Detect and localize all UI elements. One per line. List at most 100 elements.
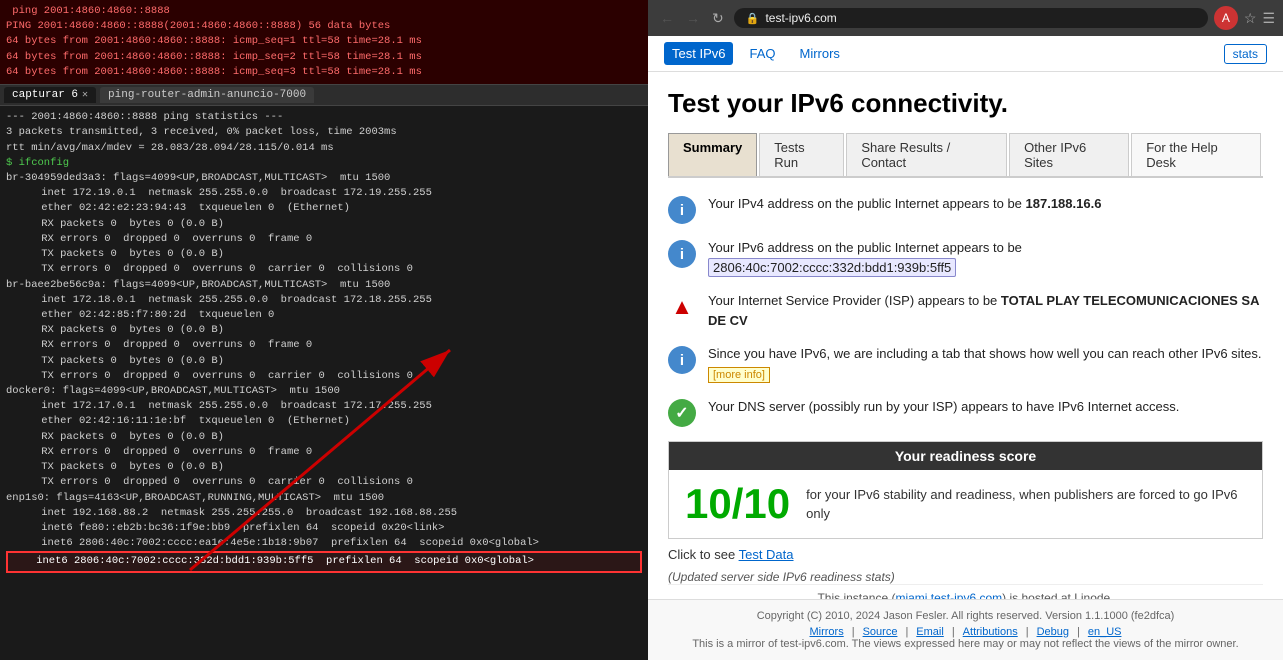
site-nav: Test IPv6 FAQ Mirrors stats <box>648 36 1283 72</box>
info-icon-ipv4: i <box>668 196 696 224</box>
terminal-body: --- 2001:4860:4860::8888 ping statistics… <box>0 106 648 660</box>
ping-reply-3: 64 bytes from 2001:4860:4860::8888: icmp… <box>6 65 642 80</box>
info-isp: ▲ Your Internet Service Provider (ISP) a… <box>668 291 1263 330</box>
nav-mirrors[interactable]: Mirrors <box>791 42 847 65</box>
copyright-email[interactable]: Email <box>916 626 944 638</box>
copyright-lang[interactable]: en_US <box>1088 626 1122 638</box>
hosted-info: This instance (miami.test-ipv6.com) is h… <box>668 584 1263 599</box>
copyright-section: Copyright (C) 2010, 2024 Jason Fesler. A… <box>648 599 1283 660</box>
readiness-score: 10/10 <box>685 480 790 528</box>
info-ipv6: i Your IPv6 address on the public Intern… <box>668 238 1263 277</box>
iface-3-tx: TX packets 0 bytes 0 (0.0 B) <box>6 460 642 475</box>
lock-icon: 🔒 <box>746 12 760 25</box>
check-icon-dns: ✓ <box>668 399 696 427</box>
iface-1-header: br-304959ded3a3: flags=4099<UP,BROADCAST… <box>6 171 642 186</box>
readiness-section: Your readiness score 10/10 for your IPv6… <box>668 441 1263 539</box>
info-text-ipv6: Your IPv6 address on the public Internet… <box>708 238 1263 277</box>
iface-1-tx: TX packets 0 bytes 0 (0.0 B) <box>6 247 642 262</box>
tab-tests-run[interactable]: Tests Run <box>759 133 844 176</box>
nav-test-ipv6[interactable]: Test IPv6 <box>664 42 733 65</box>
back-button[interactable]: ← <box>656 8 678 28</box>
iface-4-inet: inet 192.168.88.2 netmask 255.255.255.0 … <box>6 506 642 521</box>
prompt: $ ifconfig <box>6 156 642 171</box>
copyright-line2: This is a mirror of test-ipv6.com. The v… <box>664 638 1267 650</box>
iface-3-rxerr: RX errors 0 dropped 0 overruns 0 frame 0 <box>6 445 642 460</box>
info-icon-ipv6: i <box>668 240 696 268</box>
iface-2-tx: TX packets 0 bytes 0 (0.0 B) <box>6 354 642 369</box>
url-text: test-ipv6.com <box>765 11 836 25</box>
iface-3-txerr: TX errors 0 dropped 0 overruns 0 carrier… <box>6 475 642 490</box>
extensions-icon[interactable]: ☰ <box>1262 10 1275 27</box>
terminal-tab-2[interactable]: ping-router-admin-anuncio-7000 <box>100 87 314 103</box>
info-text-ipv6-tab: Since you have IPv6, we are including a … <box>708 344 1263 383</box>
tab-share-results[interactable]: Share Results / Contact <box>846 133 1007 176</box>
iface-3-inet: inet 172.17.0.1 netmask 255.255.0.0 broa… <box>6 399 642 414</box>
iface-3-header: docker0: flags=4099<UP,BROADCAST,MULTICA… <box>6 384 642 399</box>
iface-4-inet6-link: inet6 fe80::eb2b:bc36:1f9e:bb9 prefixlen… <box>6 521 642 536</box>
tab-label-2: ping-router-admin-anuncio-7000 <box>108 89 306 101</box>
terminal-ping-output: ping 2001:4860:4860::8888 PING 2001:4860… <box>0 0 648 85</box>
copyright-attributions[interactable]: Attributions <box>963 626 1018 638</box>
nav-buttons: ← → ↻ <box>656 8 728 29</box>
info-icon-ipv6-tab: i <box>668 346 696 374</box>
copyright-line1: Copyright (C) 2010, 2024 Jason Fesler. A… <box>664 610 1267 622</box>
tabs-row: Summary Tests Run Share Results / Contac… <box>668 133 1263 178</box>
iface-2-rxerr: RX errors 0 dropped 0 overruns 0 frame 0 <box>6 338 642 353</box>
main-content: Test your IPv6 connectivity. Summary Tes… <box>648 72 1283 599</box>
reload-button[interactable]: ↻ <box>708 8 728 29</box>
terminal-panel: ping 2001:4860:4860::8888 PING 2001:4860… <box>0 0 648 660</box>
terminal-tab-1[interactable]: capturar 6 ✕ <box>4 87 96 103</box>
nav-faq[interactable]: FAQ <box>741 42 783 65</box>
more-info-link[interactable]: [more info] <box>708 367 770 383</box>
iface-1-txerr: TX errors 0 dropped 0 overruns 0 carrier… <box>6 262 642 277</box>
tab-close-1[interactable]: ✕ <box>82 89 88 101</box>
bookmark-icon[interactable]: ☆ <box>1244 10 1257 27</box>
iface-2-rx: RX packets 0 bytes 0 (0.0 B) <box>6 323 642 338</box>
iface-1-inet: inet 172.19.0.1 netmask 255.255.0.0 broa… <box>6 186 642 201</box>
test-data-label: Click to see <box>668 547 735 562</box>
iface-4-inet6-global2-highlight: inet6 2806:40c:7002:cccc:332d:bdd1:939b:… <box>6 551 642 572</box>
ipv6-address: 2806:40c:7002:cccc:332d:bdd1:939b:5ff5 <box>708 258 956 277</box>
readiness-header: Your readiness score <box>669 442 1262 470</box>
iface-3-ether: ether 02:42:16:11:1e:bf txqueuelen 0 (Et… <box>6 414 642 429</box>
tab-other-ipv6[interactable]: Other IPv6 Sites <box>1009 133 1129 176</box>
updated-stats: (Updated server side IPv6 readiness stat… <box>668 570 1263 584</box>
info-text-dns: Your DNS server (possibly run by your IS… <box>708 397 1263 417</box>
page-title: Test your IPv6 connectivity. <box>668 88 1263 119</box>
browser-toolbar: ← → ↻ 🔒 test-ipv6.com A ☆ ☰ <box>648 0 1283 36</box>
tab-label-1: capturar 6 <box>12 89 78 101</box>
iface-4-header: enp1s0: flags=4163<UP,BROADCAST,RUNNING,… <box>6 491 642 506</box>
ping-cmd: ping 2001:4860:4860::8888 <box>6 4 642 19</box>
ping-reply-1: 64 bytes from 2001:4860:4860::8888: icmp… <box>6 34 642 49</box>
iface-1-rx: RX packets 0 bytes 0 (0.0 B) <box>6 217 642 232</box>
info-ipv6-tab: i Since you have IPv6, we are including … <box>668 344 1263 383</box>
browser-action-icons: A ☆ ☰ <box>1214 6 1275 30</box>
ping-header: PING 2001:4860:4860::8888(2001:4860:4860… <box>6 19 642 34</box>
iface-2-header: br-baee2be56c9a: flags=4099<UP,BROADCAST… <box>6 278 642 293</box>
translate-icon[interactable]: A <box>1214 6 1238 30</box>
tab-summary[interactable]: Summary <box>668 133 757 176</box>
readiness-desc: for your IPv6 stability and readiness, w… <box>806 485 1246 524</box>
copyright-mirrors[interactable]: Mirrors <box>810 626 844 638</box>
iface-1-ether: ether 02:42:e2:23:94:43 txqueuelen 0 (Et… <box>6 201 642 216</box>
forward-button[interactable]: → <box>682 8 704 28</box>
iface-2-inet: inet 172.18.0.1 netmask 255.255.0.0 broa… <box>6 293 642 308</box>
test-data-row: Click to see Test Data <box>668 539 1263 566</box>
info-ipv4: i Your IPv4 address on the public Intern… <box>668 194 1263 224</box>
hosted-link[interactable]: miami.test-ipv6.com <box>895 591 1002 599</box>
copyright-source[interactable]: Source <box>863 626 898 638</box>
iface-2-ether: ether 02:42:85:f7:80:2d txqueuelen 0 <box>6 308 642 323</box>
info-text-isp: Your Internet Service Provider (ISP) app… <box>708 291 1263 330</box>
readiness-body: 10/10 for your IPv6 stability and readin… <box>669 470 1262 538</box>
iface-2-txerr: TX errors 0 dropped 0 overruns 0 carrier… <box>6 369 642 384</box>
copyright-links: Mirrors | Source | Email | Attributions … <box>664 626 1267 638</box>
copyright-debug[interactable]: Debug <box>1037 626 1069 638</box>
iface-3-rx: RX packets 0 bytes 0 (0.0 B) <box>6 430 642 445</box>
iface-1-rxerr: RX errors 0 dropped 0 overruns 0 frame 0 <box>6 232 642 247</box>
tab-help-desk[interactable]: For the Help Desk <box>1131 133 1261 176</box>
address-bar[interactable]: 🔒 test-ipv6.com <box>734 8 1208 28</box>
isp-arrow-icon: ▲ <box>668 293 696 321</box>
packet-line: 3 packets transmitted, 3 received, 0% pa… <box>6 125 642 140</box>
stats-button[interactable]: stats <box>1224 44 1267 64</box>
test-data-link[interactable]: Test Data <box>739 547 794 562</box>
